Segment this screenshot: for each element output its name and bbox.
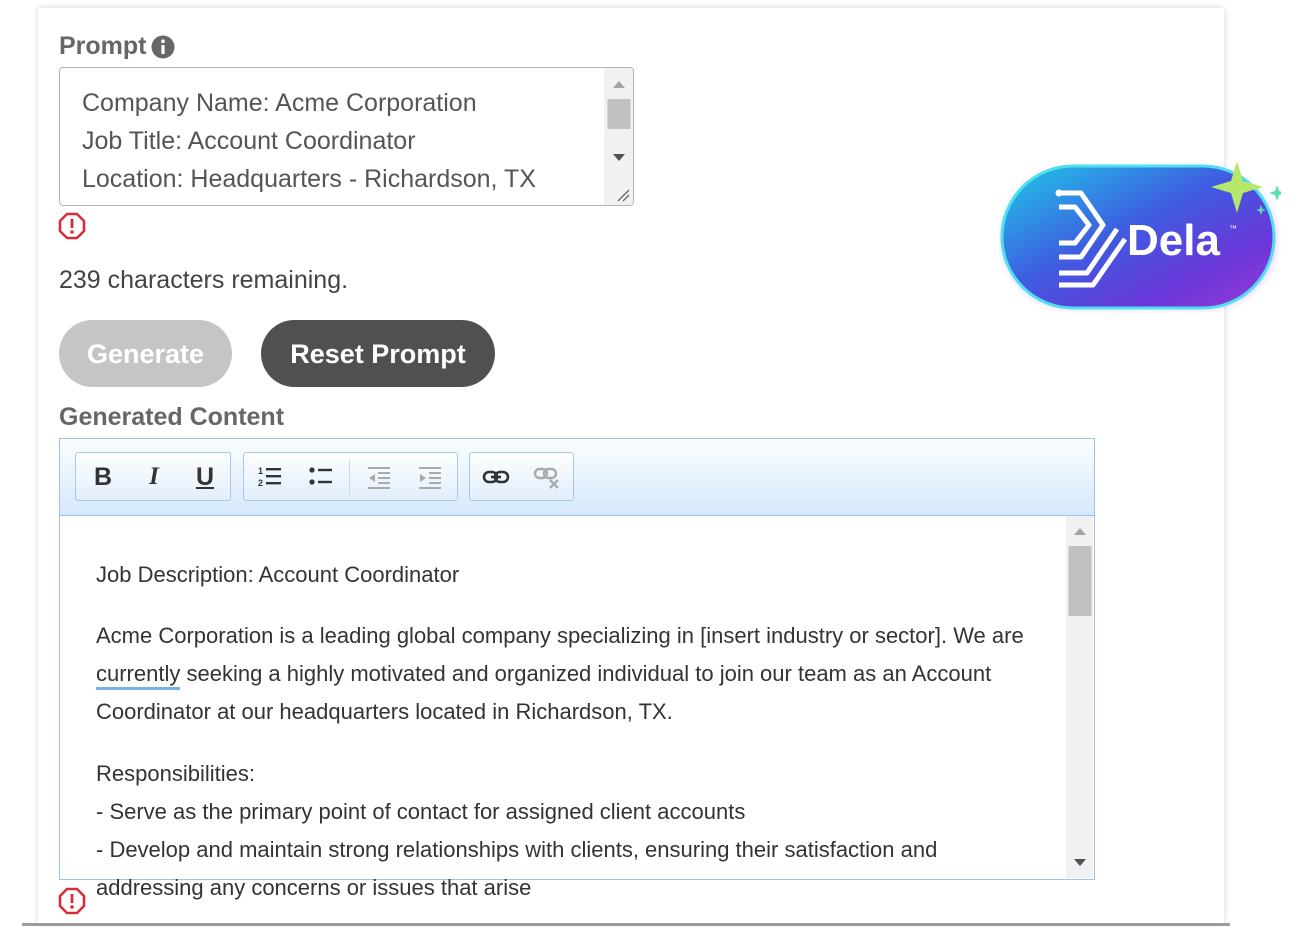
info-icon[interactable] bbox=[151, 35, 175, 59]
generated-content-label: Generated Content bbox=[59, 403, 285, 431]
indent-icon bbox=[419, 467, 441, 489]
content-paragraph: Acme Corporation is a leading global com… bbox=[96, 617, 1036, 731]
toolbar-separator bbox=[349, 460, 350, 494]
divider bbox=[22, 923, 1230, 926]
error-icon bbox=[58, 887, 86, 915]
insert-link-button[interactable] bbox=[480, 461, 512, 493]
svg-text:1: 1 bbox=[258, 466, 263, 476]
error-icon bbox=[58, 212, 86, 240]
prompt-text[interactable]: Company Name: Acme Corporation Job Title… bbox=[82, 84, 602, 205]
characters-remaining: 239 characters remaining. bbox=[59, 266, 349, 294]
prompt-line: Company Name: Acme Corporation bbox=[82, 89, 477, 117]
reset-prompt-button[interactable]: Reset Prompt bbox=[261, 320, 495, 387]
rich-text-editor[interactable]: B I U 1 2 Job Description: Account Coord… bbox=[59, 438, 1095, 900]
scroll-up-icon[interactable] bbox=[612, 81, 625, 88]
outdent-icon bbox=[368, 467, 390, 489]
spellcheck-word[interactable]: currently bbox=[96, 661, 181, 690]
scroll-up-icon[interactable] bbox=[1073, 528, 1086, 535]
bold-button[interactable]: B bbox=[87, 461, 119, 493]
svg-text:2: 2 bbox=[258, 478, 263, 488]
responsibility-item: - Serve as the primary point of contact … bbox=[96, 799, 746, 824]
generate-button[interactable]: Generate bbox=[59, 320, 232, 387]
italic-icon: I bbox=[149, 463, 159, 490]
scroll-down-icon[interactable] bbox=[612, 154, 625, 161]
numbered-list-button[interactable]: 1 2 bbox=[254, 461, 286, 493]
scroll-thumb[interactable] bbox=[607, 99, 630, 129]
editor-toolbar: B I U 1 2 bbox=[60, 439, 1094, 516]
prompt-scrollbar[interactable] bbox=[604, 68, 633, 205]
scroll-thumb[interactable] bbox=[1068, 546, 1091, 616]
unlink-icon bbox=[533, 467, 559, 489]
dela-badge: Dela ™ bbox=[1000, 163, 1281, 310]
paragraph-text: seeking a highly motivated and organized… bbox=[96, 661, 992, 724]
list-group: 1 2 bbox=[243, 452, 458, 501]
outdent-button[interactable] bbox=[363, 461, 395, 493]
bullet-list-button[interactable] bbox=[305, 461, 337, 493]
remove-link-button[interactable] bbox=[531, 461, 563, 493]
numbered-list-icon: 1 2 bbox=[258, 466, 281, 488]
link-group bbox=[469, 452, 574, 501]
scroll-down-icon[interactable] bbox=[1073, 859, 1086, 866]
responsibilities-title: Responsibilities: bbox=[96, 761, 255, 786]
underline-button[interactable]: U bbox=[189, 461, 221, 493]
prompt-line: 75080 US bbox=[82, 198, 602, 205]
prompt-label: Prompt bbox=[59, 32, 147, 60]
link-icon bbox=[482, 470, 510, 484]
format-group: B I U bbox=[75, 452, 231, 501]
badge-brand: Dela bbox=[1127, 216, 1220, 265]
paragraph-text: Acme Corporation is a leading global com… bbox=[96, 623, 1024, 648]
responsibility-item: addressing any concerns or issues that a… bbox=[96, 875, 532, 900]
prompt-line: Location: Headquarters - Richardson, TX bbox=[82, 165, 536, 193]
trademark-mark: ™ bbox=[1229, 224, 1237, 233]
resize-handle-icon[interactable] bbox=[616, 188, 630, 202]
indent-button[interactable] bbox=[414, 461, 446, 493]
editor-scrollbar[interactable] bbox=[1066, 516, 1093, 878]
prompt-textarea[interactable]: Company Name: Acme Corporation Job Title… bbox=[59, 67, 634, 206]
italic-button[interactable]: I bbox=[138, 461, 170, 493]
bullet-list-icon bbox=[309, 467, 332, 485]
bold-icon: B bbox=[93, 462, 113, 491]
prompt-line: Job Title: Account Coordinator bbox=[82, 127, 416, 155]
responsibilities-section: Responsibilities: - Serve as the primary… bbox=[96, 755, 1036, 907]
responsibility-item: - Develop and maintain strong relationsh… bbox=[96, 837, 938, 862]
content-heading: Job Description: Account Coordinator bbox=[96, 562, 460, 587]
underline-icon: U bbox=[195, 462, 215, 491]
